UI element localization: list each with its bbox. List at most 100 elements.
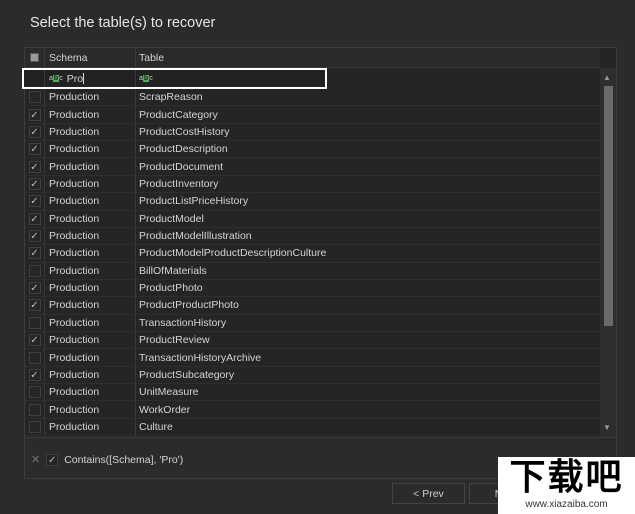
table-cell: ProductInventory [139, 177, 219, 190]
row-checkbox[interactable] [28, 264, 41, 277]
tables-grid: Schema Table abc Pro abc Production Scrap… [22, 48, 616, 438]
table-cell: ProductModel [139, 212, 204, 225]
table-row[interactable]: Production TransactionHistory [25, 314, 600, 333]
schema-cell: Production [45, 106, 136, 123]
row-checkbox[interactable]: ✓ [28, 160, 41, 173]
text-filter-icon: abc [49, 75, 63, 82]
schema-cell: Production [45, 262, 136, 279]
table-cell: UnitMeasure [139, 386, 199, 399]
row-checkbox[interactable]: ✓ [28, 125, 41, 138]
table-row[interactable]: ✓ Production ProductDocument [25, 158, 600, 176]
table-cell: ProductPhoto [139, 282, 203, 295]
table-cell: ProductListPriceHistory [139, 195, 249, 208]
table-cell: TransactionHistoryArchive [139, 351, 262, 364]
filter-panel: ✕ ✓ Contains([Schema], 'Pro') [31, 453, 183, 466]
schema-cell: Production [45, 384, 136, 401]
row-checkbox[interactable]: ✓ [28, 282, 41, 295]
row-checkbox[interactable] [28, 91, 41, 104]
grid-header: Schema Table [25, 48, 600, 68]
table-cell: TransactionHistory [139, 316, 227, 329]
table-cell: BillOfMaterials [139, 264, 207, 277]
schema-cell: Production [45, 175, 136, 193]
grid-rows: Production ScrapReason ✓ Production Produ… [25, 89, 600, 437]
column-header-table[interactable]: Table [136, 48, 600, 67]
table-cell: ProductProductPhoto [139, 299, 239, 312]
schema-cell: Production [45, 193, 136, 210]
row-checkbox[interactable] [28, 386, 41, 399]
row-checkbox[interactable]: ✓ [28, 334, 41, 347]
schema-cell: Production [45, 210, 136, 227]
table-cell: ProductSubcategory [139, 368, 235, 381]
row-checkbox[interactable]: ✓ [28, 247, 41, 260]
table-row[interactable]: ✓ Production ProductReview [25, 332, 600, 350]
table-row[interactable]: ✓ Production ProductCategory [25, 106, 600, 124]
table-row[interactable]: Production Culture [25, 418, 600, 437]
prev-button[interactable]: < Prev [392, 483, 465, 504]
row-checkbox[interactable]: ✓ [28, 143, 41, 156]
row-checkbox[interactable]: ✓ [28, 212, 41, 225]
table-cell: WorkOrder [139, 403, 191, 416]
clear-filter-icon[interactable]: ✕ [31, 453, 40, 466]
schema-cell: Production [45, 123, 136, 141]
row-checkbox[interactable]: ✓ [28, 195, 41, 208]
column-header-schema[interactable]: Schema [45, 48, 136, 67]
table-row[interactable]: ✓ Production ProductModel [25, 210, 600, 228]
schema-cell: Production [45, 141, 136, 158]
table-row[interactable]: ✓ Production ProductDescription [25, 141, 600, 159]
table-cell: Culture [139, 421, 173, 433]
select-all-checkbox[interactable] [30, 53, 39, 62]
table-row[interactable]: Production ScrapReason [25, 89, 600, 107]
table-row[interactable]: ✓ Production ProductInventory [25, 175, 600, 194]
table-row[interactable]: Production BillOfMaterials [25, 262, 600, 280]
row-checkbox[interactable]: ✓ [28, 230, 41, 243]
row-checkbox[interactable] [28, 351, 41, 364]
schema-cell: Production [45, 297, 136, 314]
table-cell: ProductCostHistory [139, 125, 230, 138]
table-row[interactable]: ✓ Production ProductPhoto [25, 279, 600, 298]
table-row[interactable]: ✓ Production ProductListPriceHistory [25, 193, 600, 211]
table-row[interactable]: ✓ Production ProductProductPhoto [25, 297, 600, 315]
schema-cell: Production [45, 314, 136, 332]
table-row[interactable]: Production UnitMeasure [25, 384, 600, 402]
row-checkbox[interactable]: ✓ [28, 368, 41, 381]
watermark-logo: 下载吧 www.xiazaiba.com [498, 457, 635, 514]
table-row[interactable]: ✓ Production ProductModelIllustration [25, 227, 600, 246]
dialog-title: Select the table(s) to recover [30, 15, 216, 31]
schema-cell: Production [45, 366, 136, 384]
table-cell: ProductReview [139, 334, 210, 347]
table-cell: ProductCategory [139, 108, 218, 121]
table-row[interactable]: ✓ Production ProductSubcategory [25, 366, 600, 385]
table-filter-input[interactable]: abc [136, 70, 325, 87]
table-row[interactable]: ✓ Production ProductCostHistory [25, 123, 600, 142]
row-checkbox[interactable] [28, 421, 41, 433]
schema-cell: Production [45, 349, 136, 366]
schema-cell: Production [45, 89, 136, 106]
schema-filter-input[interactable]: abc Pro [45, 70, 136, 87]
table-row[interactable]: Production TransactionHistoryArchive [25, 349, 600, 367]
scrollbar-thumb[interactable] [604, 86, 613, 326]
table-row[interactable]: Production WorkOrder [25, 401, 600, 419]
table-cell: ProductModelIllustration [139, 230, 252, 243]
schema-cell: Production [45, 401, 136, 418]
row-checkbox[interactable]: ✓ [28, 108, 41, 121]
vertical-scrollbar[interactable]: ▲ ▼ [600, 68, 616, 437]
schema-cell: Production [45, 279, 136, 297]
row-checkbox[interactable]: ✓ [28, 177, 41, 190]
filter-enabled-checkbox[interactable]: ✓ [46, 453, 59, 466]
text-filter-icon: abc [139, 75, 153, 82]
scroll-down-icon[interactable]: ▼ [603, 423, 611, 432]
schema-cell: Production [45, 418, 136, 436]
auto-filter-row: abc Pro abc [22, 68, 327, 89]
row-checkbox[interactable]: ✓ [28, 299, 41, 312]
table-row[interactable]: ✓ Production ProductModelProductDescript… [25, 245, 600, 263]
table-selection-panel: Schema Table abc Pro abc Production Scrap… [22, 47, 617, 479]
table-cell: ProductDescription [139, 143, 228, 156]
schema-cell: Production [45, 332, 136, 349]
filter-expression[interactable]: Contains([Schema], 'Pro') [64, 454, 183, 466]
table-cell: ScrapReason [139, 91, 203, 104]
scroll-up-icon[interactable]: ▲ [603, 73, 611, 82]
schema-cell: Production [45, 158, 136, 175]
schema-cell: Production [45, 245, 136, 262]
row-checkbox[interactable] [28, 403, 41, 416]
row-checkbox[interactable] [28, 316, 41, 329]
